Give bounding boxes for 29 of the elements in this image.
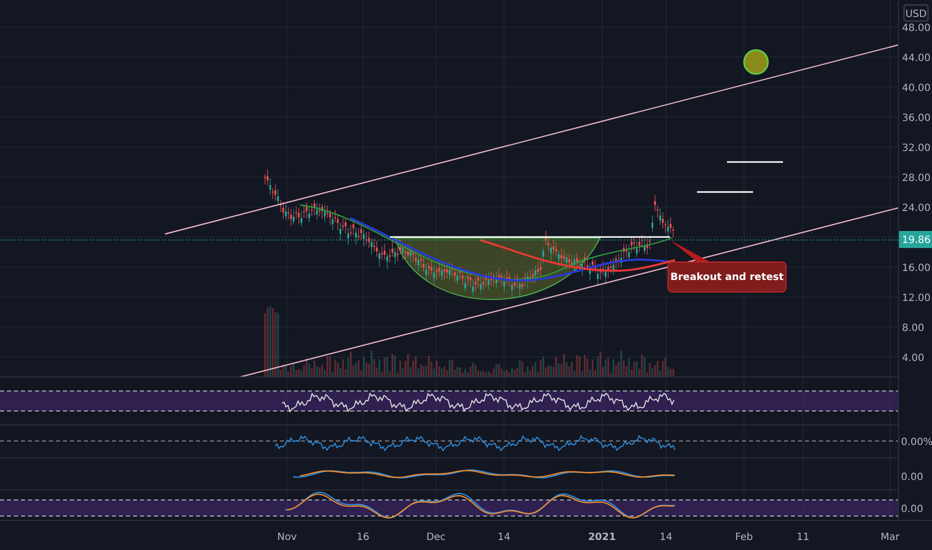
time-axis-label: Dec: [426, 532, 446, 543]
time-axis-label: Mar: [880, 532, 900, 543]
indicator-axis-label: 0.00: [901, 504, 924, 515]
price-axis-label: 16.00: [902, 263, 931, 274]
price-axis-label: 12.00: [902, 293, 931, 304]
time-axis-label: 11: [796, 532, 810, 543]
price-axis-label: 24.00: [902, 203, 931, 214]
price-axis-label: 4.00: [902, 353, 924, 364]
time-axis-label: 14: [498, 532, 510, 543]
indicator-axis-label: 0.00%: [901, 437, 932, 448]
price-axis-label: 48.00: [902, 23, 931, 34]
time-axis-label: Nov: [277, 532, 297, 543]
target-line: [697, 191, 753, 193]
price-axis-label: 32.00: [902, 143, 931, 154]
time-axis-label: 16: [356, 532, 370, 543]
time-axis-label: 2021: [588, 532, 616, 543]
price-axis-label: 36.00: [902, 113, 931, 124]
target-line: [727, 161, 783, 163]
target-circle: [743, 49, 769, 75]
time-axis-label: Feb: [735, 532, 753, 543]
price-axis-label: 40.00: [902, 83, 931, 94]
indicator-axis-label: 0.00: [901, 472, 924, 483]
price-axis-label: 44.00: [902, 53, 931, 64]
price-axis-label: 28.00: [902, 173, 931, 184]
callout-text: Breakout and retest: [670, 272, 784, 283]
time-axis-label: 14: [660, 532, 672, 543]
last-price-badge: 19.86: [899, 231, 932, 248]
currency-badge: USD: [904, 4, 928, 22]
price-axis-label: 8.00: [902, 323, 924, 334]
